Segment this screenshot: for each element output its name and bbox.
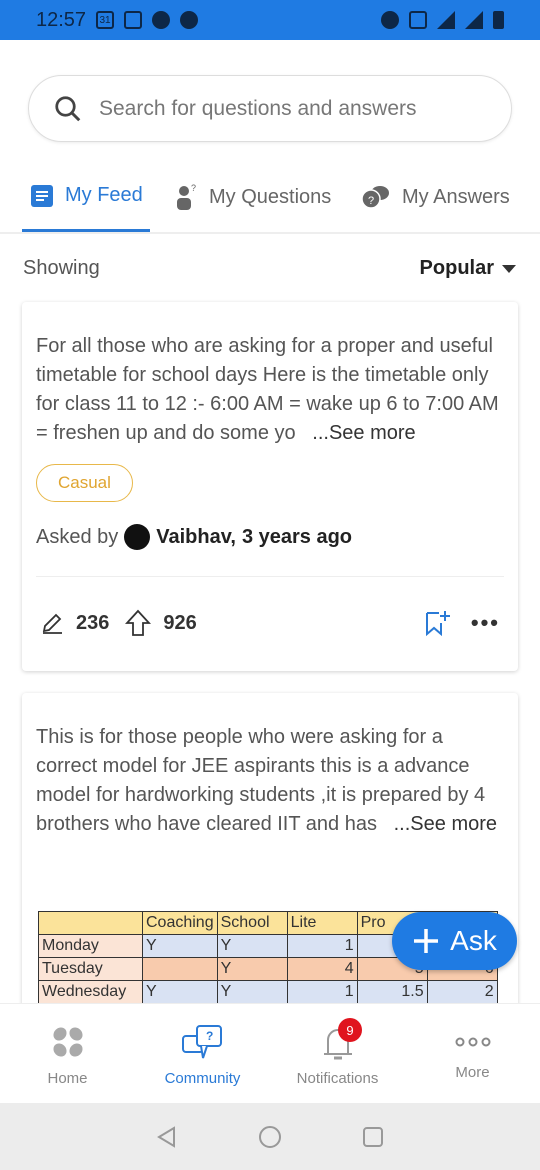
- tab-label: My Answers: [402, 185, 510, 208]
- avatar[interactable]: [124, 524, 151, 550]
- user-question-icon: ?: [177, 184, 196, 210]
- post-age: 3 years ago: [241, 525, 353, 548]
- nav-notifications[interactable]: 9 Notifications: [270, 1004, 405, 1103]
- nav-home[interactable]: Home: [0, 1004, 135, 1103]
- chrome-icon: [180, 11, 199, 29]
- search-icon: [55, 95, 81, 121]
- table-row: Wednesday Y Y 1 1.5 2: [38, 980, 498, 1004]
- home-circle-icon[interactable]: [258, 1125, 282, 1149]
- nav-label: More: [455, 1064, 490, 1081]
- table-cell: Tuesday: [38, 957, 143, 981]
- nav-more[interactable]: More: [405, 1004, 540, 1103]
- bookmark-add-icon[interactable]: [423, 609, 451, 637]
- table-cell: Y: [216, 957, 288, 981]
- table-cell: Y: [216, 934, 288, 958]
- active-tab-indicator: [22, 229, 150, 232]
- sort-dropdown[interactable]: Popular: [420, 257, 516, 280]
- tab-label: My Feed: [65, 184, 143, 206]
- back-icon[interactable]: [156, 1125, 178, 1148]
- search-bar[interactable]: [28, 75, 512, 142]
- feed-tabs: My Feed ? My Questions ? My Answers: [0, 170, 540, 234]
- tab-my-questions[interactable]: ? My Questions: [175, 184, 331, 210]
- nav-label: Community: [164, 1070, 241, 1087]
- ask-button[interactable]: Ask: [392, 912, 517, 970]
- asked-by-label: Asked by: [36, 525, 119, 548]
- nav-community[interactable]: ? Community: [135, 1004, 270, 1103]
- tab-label: My Questions: [209, 185, 332, 208]
- table-cell: [142, 957, 218, 981]
- svg-text:?: ?: [206, 1029, 213, 1043]
- nav-label: Notifications: [296, 1070, 379, 1087]
- asked-by-row: Asked by Vaibhav, 3 years ago: [22, 502, 518, 550]
- tag-chip[interactable]: Casual: [36, 464, 133, 502]
- search-input[interactable]: [99, 96, 479, 121]
- more-dots-icon: [455, 1037, 490, 1047]
- see-more-link[interactable]: ...See more: [312, 422, 415, 444]
- signal-icon: [437, 11, 455, 29]
- caret-down-icon: [502, 264, 516, 273]
- table-header: School: [216, 911, 288, 935]
- table-header: Lite: [286, 911, 358, 935]
- bottom-nav: Home ? Community 9 Notifications More: [0, 1003, 540, 1103]
- post-text: This is for those people who were asking…: [22, 693, 518, 839]
- calendar-icon: 31: [96, 11, 115, 29]
- post-body: For all those who are asking for a prope…: [36, 335, 499, 444]
- tab-my-feed[interactable]: My Feed: [31, 184, 143, 207]
- table-cell: 1.5: [356, 980, 428, 1004]
- notification-badge: 9: [338, 1018, 362, 1042]
- nav-label: Home: [47, 1070, 88, 1087]
- table-header: [38, 911, 143, 935]
- tab-my-answers[interactable]: ? My Answers: [360, 184, 510, 210]
- post-actions: 236 926 •••: [22, 577, 518, 637]
- post-card[interactable]: For all those who are asking for a prope…: [22, 302, 518, 671]
- recents-icon[interactable]: [362, 1126, 384, 1148]
- upvote-count: 926: [163, 611, 197, 634]
- status-bar: 12:57 31: [0, 0, 540, 40]
- table-cell: Y: [142, 934, 218, 958]
- chat-bubbles-icon: ?: [361, 186, 389, 209]
- post-text: For all those who are asking for a prope…: [22, 302, 518, 448]
- sort-value: Popular: [419, 257, 494, 279]
- author-name[interactable]: Vaibhav,: [156, 526, 236, 549]
- signal-icon: [465, 11, 483, 29]
- showing-label: Showing: [23, 257, 100, 279]
- table-cell: Wednesday: [38, 980, 143, 1004]
- table-cell: 1: [286, 980, 358, 1004]
- table-cell: Monday: [38, 934, 143, 958]
- table-cell: 1: [286, 934, 358, 958]
- alarm-icon: [152, 11, 171, 29]
- see-more-link[interactable]: ...See more: [394, 813, 497, 835]
- ask-label: Ask: [450, 925, 497, 956]
- table-cell: 2: [426, 980, 498, 1004]
- table-cell: Y: [142, 980, 218, 1004]
- clock: 12:57: [36, 8, 87, 31]
- system-nav-bar: [0, 1103, 540, 1170]
- feed-icon: [31, 184, 53, 207]
- svg-text:?: ?: [368, 195, 374, 207]
- alarm-icon: [381, 11, 399, 29]
- volte-icon: [409, 11, 427, 29]
- post-card[interactable]: This is for those people who were asking…: [22, 693, 518, 1023]
- plus-icon: [414, 929, 439, 953]
- battery-icon: [493, 11, 504, 29]
- home-icon: [52, 1027, 83, 1057]
- keypad-icon: [124, 11, 143, 29]
- table-header: Coaching: [142, 911, 218, 935]
- table-cell: 4: [286, 957, 358, 981]
- upvote-icon[interactable]: [125, 609, 152, 637]
- community-icon: ?: [181, 1025, 222, 1059]
- answer-count: 236: [76, 611, 110, 634]
- pencil-icon[interactable]: [40, 611, 64, 635]
- more-options-icon[interactable]: •••: [471, 610, 500, 636]
- svg-text:?: ?: [191, 184, 196, 193]
- table-cell: Y: [216, 980, 288, 1004]
